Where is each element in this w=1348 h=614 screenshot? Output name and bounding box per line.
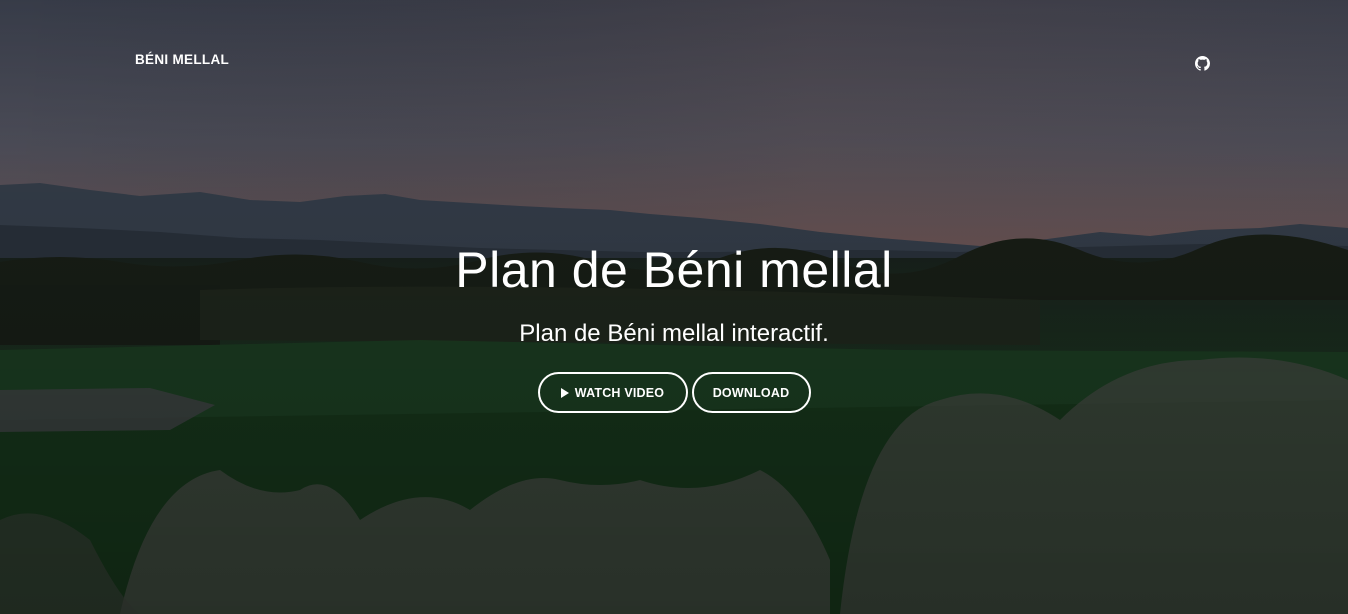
play-icon xyxy=(560,387,569,398)
github-icon[interactable] xyxy=(1195,56,1210,71)
github-icon-glyph xyxy=(1195,56,1210,71)
brand-link[interactable]: BÉNI MELLAL xyxy=(135,52,229,67)
download-label: DOWNLOAD xyxy=(712,385,790,400)
download-button[interactable]: DOWNLOAD xyxy=(691,372,811,413)
page-title: Plan de Béni mellal xyxy=(455,242,893,298)
page-subtitle: Plan de Béni mellal interactif. xyxy=(519,320,829,347)
watch-video-button[interactable]: WATCH VIDEO xyxy=(537,372,688,413)
watch-video-label: WATCH VIDEO xyxy=(574,385,665,400)
hero-content: Plan de Béni mellal Plan de Béni mellal … xyxy=(0,238,1348,413)
hero-buttons: WATCH VIDEO DOWNLOAD xyxy=(0,372,1348,413)
hero-section: BÉNI MELLAL Plan de Béni mellal Plan de … xyxy=(0,0,1348,614)
navbar: BÉNI MELLAL xyxy=(0,0,1348,120)
